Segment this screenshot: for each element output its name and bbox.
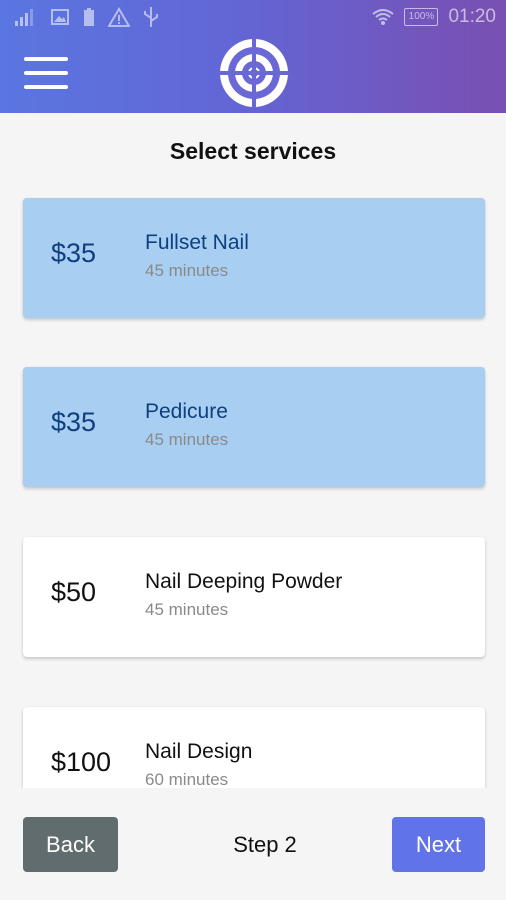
status-time: 01:20 [448, 6, 496, 27]
service-card-nail-design[interactable]: $100 Nail Design 60 minutes [23, 707, 485, 788]
battery-small-icon [84, 8, 94, 26]
service-price: $35 [51, 407, 97, 437]
battery-icon: 100% [404, 8, 439, 26]
back-button[interactable]: Back [23, 817, 118, 872]
service-duration: 60 minutes [145, 770, 229, 788]
warning-icon [108, 7, 130, 27]
service-name: Fullset Nail [145, 231, 249, 254]
signal-icon [15, 9, 33, 26]
status-bar: 100% 01:20 [0, 0, 506, 36]
service-duration: 45 minutes [145, 261, 229, 280]
service-card-nail-deeping-powder[interactable]: $50 Nail Deeping Powder 45 minutes [23, 537, 485, 657]
service-card-pedicure[interactable]: $35 Pedicure 45 minutes [23, 367, 485, 487]
status-icons-right: 100% 01:20 [372, 6, 496, 28]
service-price: $50 [51, 577, 97, 607]
status-icons-left [14, 6, 160, 28]
service-name: Nail Deeping Powder [145, 570, 343, 593]
next-button[interactable]: Next [392, 817, 485, 872]
service-name: Pedicure [145, 400, 228, 423]
wifi-icon [372, 9, 395, 25]
image-icon [51, 9, 69, 25]
wizard-footer: Back Step 2 Next [0, 788, 506, 900]
page-title: Select services [169, 138, 337, 164]
step-indicator: Step 2 [233, 831, 297, 857]
app-header: 100% 01:20 [0, 0, 506, 113]
service-list[interactable]: $35 Fullset Nail 45 minutes $35 Pedicure… [0, 185, 506, 788]
service-duration: 45 minutes [145, 600, 229, 619]
usb-icon [144, 7, 158, 27]
service-duration: 45 minutes [145, 430, 229, 449]
battery-level: 100% [408, 11, 435, 22]
service-price: $35 [51, 238, 97, 268]
hamburger-menu-icon[interactable] [24, 57, 70, 91]
service-name: Nail Design [145, 740, 253, 763]
service-price: $100 [51, 747, 112, 777]
service-card-fullset-nail[interactable]: $35 Fullset Nail 45 minutes [23, 198, 485, 318]
target-logo [219, 38, 289, 108]
